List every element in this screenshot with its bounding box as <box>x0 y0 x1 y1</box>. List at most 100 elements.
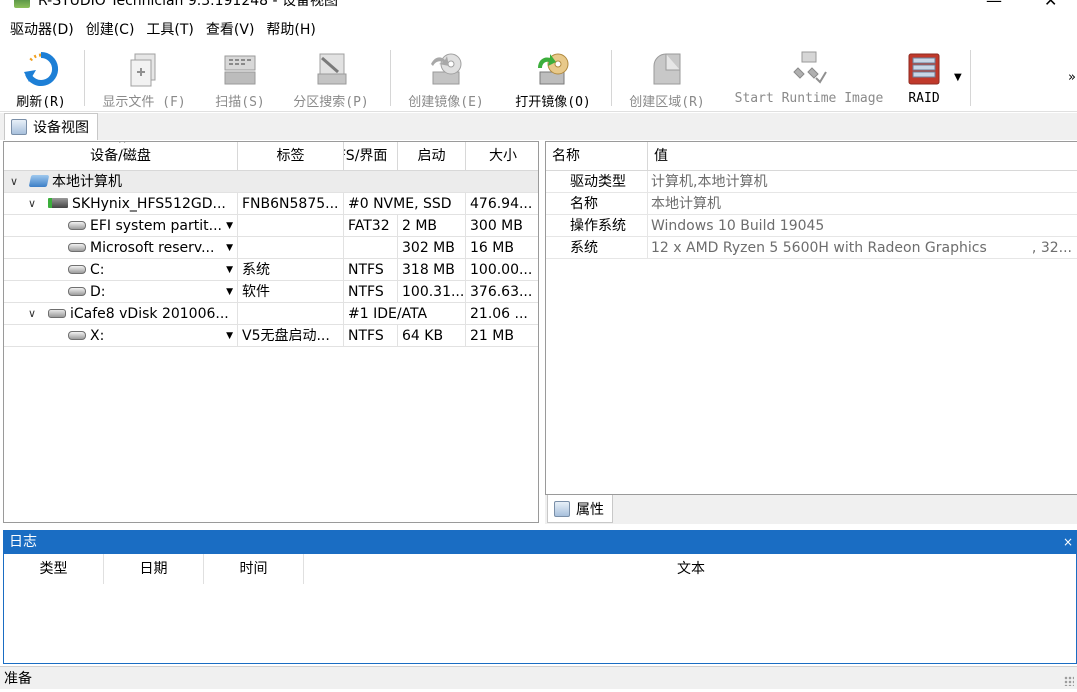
partition-icon <box>68 287 86 296</box>
property-name: 名称 <box>546 193 648 215</box>
device-size: 476.94... <box>470 196 533 212</box>
collapse-caret-icon[interactable]: ∨ <box>10 171 18 193</box>
property-row[interactable]: 操作系统 Windows 10 Build 19045 <box>546 215 1077 237</box>
dropdown-arrow-icon[interactable]: ▼ <box>226 325 233 347</box>
status-text: 准备 <box>4 671 32 687</box>
partition-name: X: <box>90 328 105 344</box>
tab-device-view-label: 设备视图 <box>33 120 89 136</box>
property-row[interactable]: 驱动类型 计算机,本地计算机 <box>546 171 1077 193</box>
scan-label: 扫描(S) <box>215 95 265 110</box>
column-fs[interactable]: FS/界面 <box>344 142 398 171</box>
tab-device-view[interactable]: 设备视图 <box>4 113 98 140</box>
raid-icon <box>908 53 940 85</box>
create-region-button[interactable]: 创建区域(R) <box>618 46 716 110</box>
partition-name: C: <box>90 262 105 278</box>
property-row[interactable]: 名称 本地计算机 <box>546 193 1077 215</box>
raid-label: RAID <box>908 91 940 106</box>
partition-fs: NTFS <box>344 259 398 281</box>
partition-size: 21 MB <box>470 328 514 344</box>
log-column-date[interactable]: 日期 <box>104 554 204 584</box>
device-label <box>238 303 344 325</box>
column-value[interactable]: 值 <box>648 142 668 171</box>
tab-properties[interactable]: 属性 <box>547 495 613 523</box>
partition-label: 软件 <box>238 281 344 303</box>
raid-button[interactable]: RAID <box>898 46 950 110</box>
toolbar-overflow-chevron[interactable]: » <box>1068 70 1076 85</box>
close-button[interactable]: ✕ <box>1044 0 1057 10</box>
app-icon <box>14 0 30 8</box>
create-image-button[interactable]: 创建镜像(E) <box>397 46 495 110</box>
partition-icon <box>68 221 86 230</box>
sort-indicator-icon: ^ <box>118 142 127 150</box>
tree-row-partition[interactable]: EFI system partit... ▼ FAT32 2 MB 300 MB <box>4 215 538 237</box>
partition-search-label: 分区搜索(P) <box>293 95 369 110</box>
menu-drive[interactable]: 驱动器(D) <box>4 16 80 44</box>
partition-start: 100.31... <box>398 281 466 303</box>
refresh-button[interactable]: 刷新(R) <box>6 46 76 110</box>
partition-name: D: <box>90 284 106 300</box>
tree-row-virtual-disk[interactable]: ∨ iCafe8 vDisk 201006... #1 IDE/ATA 21.0… <box>4 303 538 325</box>
menu-tools[interactable]: 工具(T) <box>140 16 199 44</box>
tab-properties-label: 属性 <box>576 501 604 518</box>
properties-icon <box>554 500 570 517</box>
open-image-button[interactable]: 打开镜像(O) <box>505 46 601 110</box>
show-files-button[interactable]: 显示文件 (F) <box>92 46 196 110</box>
toolbar-separator <box>611 50 612 106</box>
computer-icon <box>28 175 50 187</box>
dropdown-arrow-icon[interactable]: ▼ <box>226 215 233 237</box>
column-name[interactable]: 名称 <box>546 142 648 171</box>
dropdown-arrow-icon[interactable]: ▼ <box>226 237 233 259</box>
log-column-type[interactable]: 类型 <box>4 554 104 584</box>
property-name: 操作系统 <box>546 215 648 237</box>
device-fs: #0 NVME, SSD <box>344 193 466 215</box>
title-bar: R-STUDIO Technician 9.3.191248 - 设备视图 — … <box>0 0 1077 16</box>
partition-label: 系统 <box>238 259 344 281</box>
show-files-icon <box>130 53 156 87</box>
partition-fs: NTFS <box>344 325 398 347</box>
column-device[interactable]: ^ 设备/磁盘 <box>4 142 238 171</box>
scan-icon <box>224 55 256 85</box>
create-region-label: 创建区域(R) <box>629 95 705 110</box>
tree-row-partition[interactable]: X: ▼ V5无盘启动... NTFS 64 KB 21 MB <box>4 325 538 347</box>
dropdown-arrow-icon[interactable]: ▼ <box>226 259 233 281</box>
tree-row-partition[interactable]: D: ▼ 软件 NTFS 100.31... 376.63... <box>4 281 538 303</box>
tree-row-ssd[interactable]: ∨ SKHynix_HFS512GD... FNB6N5875... #0 NV… <box>4 193 538 215</box>
partition-fs: NTFS <box>344 281 398 303</box>
log-close-icon[interactable]: × <box>1063 530 1073 554</box>
partition-size: 16 MB <box>470 240 514 256</box>
partition-size: 100.00... <box>470 262 533 278</box>
log-column-text[interactable]: 文本 <box>304 554 1077 584</box>
resize-grip-icon[interactable] <box>1064 676 1074 686</box>
column-label[interactable]: 标签 <box>238 142 344 171</box>
menu-create[interactable]: 创建(C) <box>80 16 141 44</box>
menu-view[interactable]: 查看(V) <box>200 16 261 44</box>
collapse-caret-icon[interactable]: ∨ <box>28 303 36 325</box>
partition-start: 2 MB <box>398 215 466 237</box>
raid-dropdown-arrow[interactable]: ▼ <box>954 72 962 83</box>
log-column-time[interactable]: 时间 <box>204 554 304 584</box>
status-bar: 准备 <box>0 666 1077 689</box>
scan-button[interactable]: 扫描(S) <box>205 46 275 110</box>
column-size[interactable]: 大小 <box>466 142 538 171</box>
device-tree-pane: ^ 设备/磁盘 标签 FS/界面 启动 大小 ∨ 本地计算机 ∨ SKHynix… <box>3 141 539 523</box>
tree-row-partition[interactable]: C: ▼ 系统 NTFS 318 MB 100.00... <box>4 259 538 281</box>
dropdown-arrow-icon[interactable]: ▼ <box>226 281 233 303</box>
partition-fs <box>344 237 398 259</box>
partition-name: EFI system partit... <box>90 218 222 234</box>
column-start[interactable]: 启动 <box>398 142 466 171</box>
partition-search-button[interactable]: 分区搜索(P) <box>283 46 379 110</box>
tree-row-local-computer[interactable]: ∨ 本地计算机 <box>4 171 538 193</box>
menu-help[interactable]: 帮助(H) <box>260 16 321 44</box>
property-row[interactable]: 系统 12 x AMD Ryzen 5 5600H with Radeon Gr… <box>546 237 1077 259</box>
device-fs: #1 IDE/ATA <box>344 303 466 325</box>
partition-icon <box>68 265 86 274</box>
toolbar-separator <box>84 50 85 106</box>
collapse-caret-icon[interactable]: ∨ <box>28 193 36 215</box>
start-runtime-image-button[interactable]: Start Runtime Image <box>728 46 890 110</box>
log-panel: 类型 日期 时间 文本 <box>3 554 1077 664</box>
partition-fs: FAT32 <box>344 215 398 237</box>
minimize-button[interactable]: — <box>986 0 1002 10</box>
partition-label: V5无盘启动... <box>238 325 344 347</box>
tree-row-partition[interactable]: Microsoft reserv... ▼ 302 MB 16 MB <box>4 237 538 259</box>
partition-label <box>238 237 344 259</box>
